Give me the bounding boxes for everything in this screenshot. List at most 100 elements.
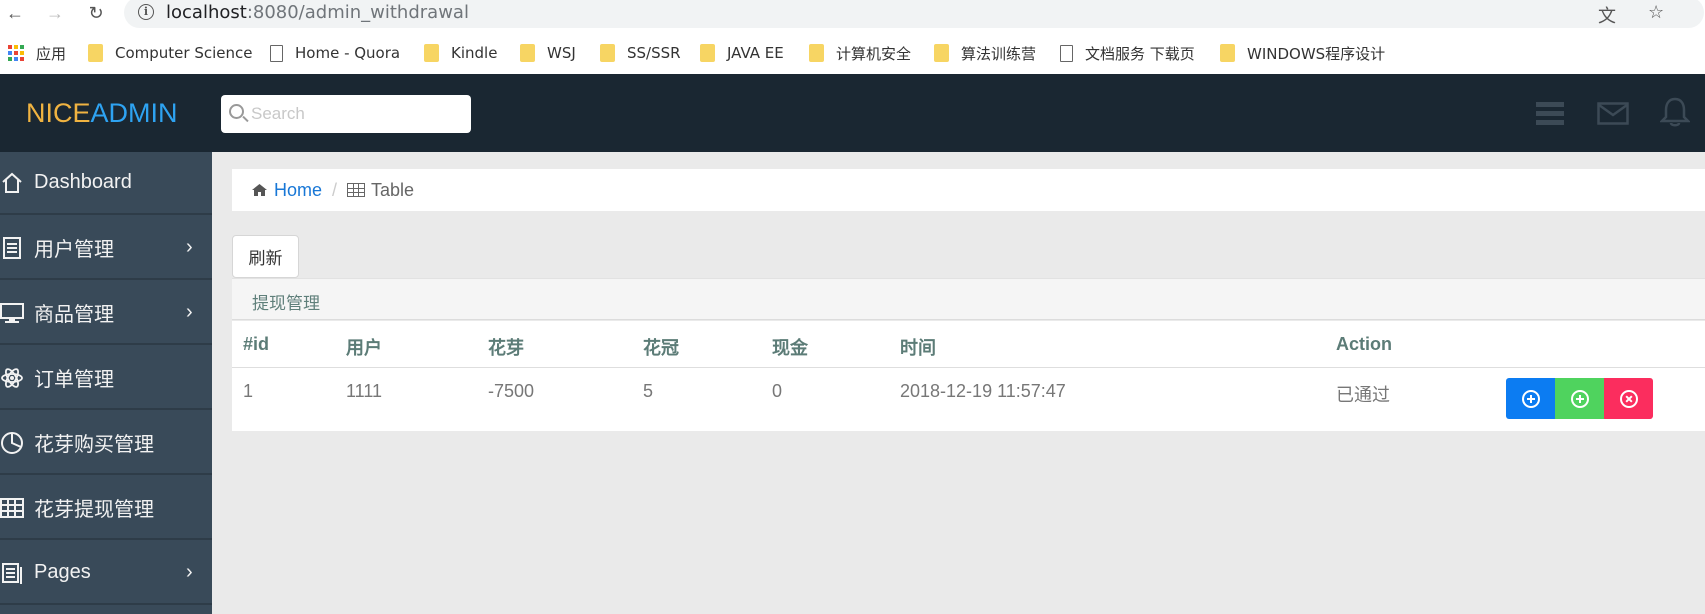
column-header-flower-bud: 花芽 xyxy=(488,338,524,358)
withdrawal-table: #id 用户 花芽 花冠 现金 时间 Action 1 1111 -7500 5… xyxy=(232,321,1705,431)
column-header-cash: 现金 xyxy=(772,338,808,358)
bookmark-apps[interactable]: 应用 xyxy=(8,40,66,66)
sidebar-item-product-management[interactable]: 商品管理 › xyxy=(0,282,212,345)
forward-arrow-icon[interactable]: → xyxy=(44,2,66,24)
bookmark-kindle[interactable]: Kindle xyxy=(424,40,497,66)
reload-icon[interactable]: ↻ xyxy=(85,2,107,24)
back-arrow-icon[interactable]: ← xyxy=(4,2,26,24)
bookmark-label: 文档服务 下载页 xyxy=(1085,44,1195,63)
bookmark-label: 算法训练营 xyxy=(961,44,1037,63)
cell-flower-crown: 5 xyxy=(643,381,654,401)
bookmark-quora[interactable]: Home - Quora xyxy=(270,40,400,66)
chevron-right-icon: › xyxy=(186,301,193,323)
sidebar-item-label: 订单管理 xyxy=(34,369,114,391)
reject-button[interactable] xyxy=(1604,378,1653,419)
folder-icon xyxy=(700,44,715,62)
panel-header: 提现管理 xyxy=(232,278,1705,320)
browser-toolbar: ← → ↻ i localhost:8080/admin_withdrawal … xyxy=(0,0,1705,28)
pie-chart-icon xyxy=(1,431,23,454)
top-navbar: NICEADMIN xyxy=(0,74,1705,152)
folder-icon xyxy=(424,44,439,62)
search-box xyxy=(221,95,471,133)
folder-icon xyxy=(1220,44,1235,62)
bookmark-label: 计算机安全 xyxy=(836,44,912,63)
bookmark-label: Home - Quora xyxy=(295,44,401,62)
sidebar-item-label: 花芽购买管理 xyxy=(34,434,154,456)
logo[interactable]: NICEADMIN xyxy=(26,98,178,129)
sidebar-item-label: 花芽提现管理 xyxy=(34,499,154,521)
column-header-flower-crown: 花冠 xyxy=(643,338,679,358)
table-icon xyxy=(347,183,366,197)
close-circle-icon xyxy=(1619,389,1638,408)
bell-icon[interactable] xyxy=(1660,96,1690,128)
bookmark-label: WINDOWS程序设计 xyxy=(1247,44,1386,63)
search-icon xyxy=(229,104,244,119)
tasks-icon[interactable] xyxy=(1535,100,1565,126)
bookmark-label: SS/SSR xyxy=(627,44,681,62)
translate-icon[interactable]: 文 xyxy=(1598,2,1616,28)
folder-icon xyxy=(809,44,824,62)
bookmark-java-ee[interactable]: JAVA EE xyxy=(700,40,784,66)
column-header-action: Action xyxy=(1336,334,1392,354)
sidebar-item-user-management[interactable]: 用户管理 › xyxy=(0,217,212,280)
folder-icon xyxy=(600,44,615,62)
bookmark-computer-science[interactable]: Computer Science xyxy=(88,40,252,66)
bookmark-windows-programming[interactable]: WINDOWS程序设计 xyxy=(1220,40,1385,66)
add-button[interactable] xyxy=(1555,378,1604,419)
address-bar[interactable]: i localhost:8080/admin_withdrawal 文 ☆ xyxy=(124,0,1704,28)
folder-icon xyxy=(88,44,103,62)
home-icon xyxy=(252,184,267,196)
page-icon xyxy=(1060,44,1073,62)
site-info-icon[interactable]: i xyxy=(138,4,154,20)
browser-chrome: ← → ↻ i localhost:8080/admin_withdrawal … xyxy=(0,0,1705,74)
sidebar: Dashboard 用户管理 › 商品管理 › 订单管理 花芽购买管理 花芽提现… xyxy=(0,152,212,614)
bookmark-label: Computer Science xyxy=(115,44,253,62)
bookmark-label: WSJ xyxy=(547,44,576,62)
search-input[interactable] xyxy=(251,103,461,125)
sidebar-item-withdrawal-management[interactable]: 花芽提现管理 xyxy=(0,477,212,540)
sidebar-item-order-management[interactable]: 订单管理 xyxy=(0,347,212,410)
mail-icon[interactable] xyxy=(1597,100,1629,126)
bookmarks-bar: 应用 Computer Science Home - Quora Kindle … xyxy=(0,40,1705,66)
bookmark-computer-security[interactable]: 计算机安全 xyxy=(809,40,911,66)
bookmark-doc-service[interactable]: 文档服务 下载页 xyxy=(1060,40,1195,66)
chevron-right-icon: › xyxy=(186,236,193,258)
bookmark-wsj[interactable]: WSJ xyxy=(520,40,576,66)
chevron-right-icon: › xyxy=(186,561,193,583)
cell-status: 已通过 xyxy=(1336,385,1390,405)
sidebar-item-label: Pages xyxy=(34,561,91,583)
monitor-icon xyxy=(0,302,24,323)
bookmark-label: Kindle xyxy=(451,44,498,62)
table-icon xyxy=(0,497,24,518)
column-header-id: #id xyxy=(243,334,270,354)
header-divider xyxy=(232,367,1705,368)
approve-button[interactable] xyxy=(1506,378,1555,419)
sidebar-item-label: 商品管理 xyxy=(34,304,114,326)
cell-id: 1 xyxy=(243,381,254,401)
add-circle-icon xyxy=(1521,389,1540,408)
logo-admin: ADMIN xyxy=(90,98,178,128)
url-host: localhost xyxy=(166,2,247,23)
document-icon xyxy=(3,236,21,259)
breadcrumb-current: Table xyxy=(371,179,415,200)
breadcrumb-home-link[interactable]: Home xyxy=(274,180,322,201)
bookmark-label: JAVA EE xyxy=(727,44,784,62)
address-url[interactable]: localhost:8080/admin_withdrawal xyxy=(166,2,469,23)
breadcrumb: Home / Table xyxy=(232,169,1705,211)
cell-time: 2018-12-19 11:57:47 xyxy=(900,381,1066,401)
add-circle-icon xyxy=(1570,389,1589,408)
bookmark-ss-ssr[interactable]: SS/SSR xyxy=(600,40,681,66)
sidebar-item-dashboard[interactable]: Dashboard xyxy=(0,152,212,215)
sidebar-item-label: Dashboard xyxy=(34,171,132,193)
folder-icon xyxy=(520,44,535,62)
cell-flower-bud: -7500 xyxy=(488,381,535,401)
star-icon[interactable]: ☆ xyxy=(1648,2,1664,23)
sidebar-item-purchase-management[interactable]: 花芽购买管理 xyxy=(0,412,212,475)
bookmark-label: 应用 xyxy=(36,44,67,63)
home-icon xyxy=(2,172,22,193)
folder-icon xyxy=(934,44,949,62)
sidebar-item-pages[interactable]: Pages › xyxy=(0,542,212,605)
pages-icon xyxy=(2,562,22,584)
bookmark-algorithm-camp[interactable]: 算法训练营 xyxy=(934,40,1036,66)
refresh-button[interactable]: 刷新 xyxy=(232,235,299,278)
